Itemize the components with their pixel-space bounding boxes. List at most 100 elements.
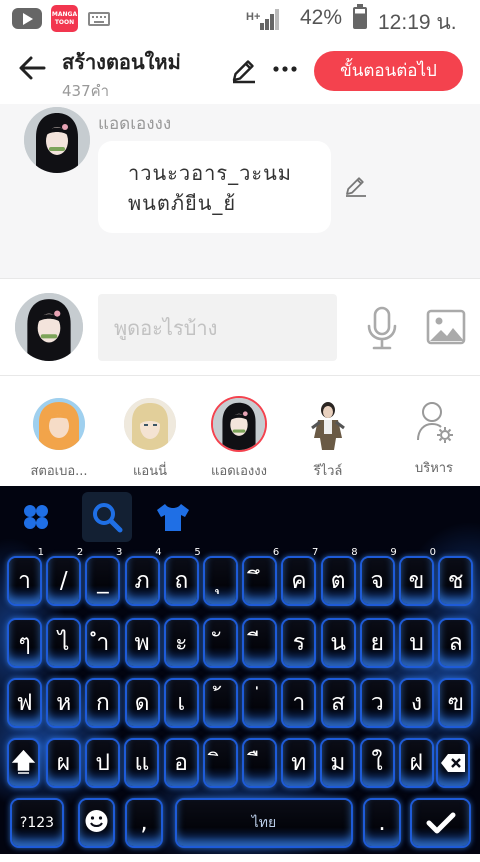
character-name: สตอเบอ... (30, 464, 88, 479)
key[interactable]: ื (244, 740, 275, 786)
edit-message-icon[interactable] (344, 174, 368, 198)
character-name: แอดเองงง (211, 464, 267, 479)
page-title: สร้างตอนใหม่ (62, 50, 181, 74)
microphone-icon[interactable] (364, 306, 400, 350)
key[interactable]: อ (165, 740, 197, 786)
key-label: า (292, 690, 306, 716)
next-step-button[interactable]: ขั้นตอนต่อไป (314, 51, 463, 91)
pencil-icon[interactable] (230, 56, 258, 84)
shift-key[interactable] (9, 740, 38, 786)
key[interactable]: ป (87, 740, 119, 786)
key[interactable]: ุ (205, 558, 236, 604)
current-character-avatar[interactable] (15, 293, 83, 361)
key-label: จ (370, 568, 385, 594)
key[interactable]: ถ5 (165, 548, 201, 604)
key[interactable]: ค7 (283, 548, 318, 604)
key[interactable]: ๆ (9, 620, 40, 666)
key-label: ภ (134, 568, 150, 594)
key[interactable]: ผ (48, 740, 79, 786)
key[interactable]: า1 (9, 548, 44, 604)
keyboard-apps-icon[interactable] (11, 492, 61, 542)
key[interactable]: ภ4 (126, 548, 162, 604)
key[interactable]: ฝ (400, 740, 432, 786)
image-icon[interactable] (426, 309, 466, 345)
key-hint: 1 (37, 547, 44, 558)
key[interactable]: แ (126, 740, 158, 786)
key[interactable]: ฃ (440, 680, 472, 726)
key[interactable]: ร (283, 620, 315, 666)
key[interactable]: ึ6 (244, 548, 279, 604)
message-text-line: พนตภ้ยีน_ย้ (128, 191, 237, 215)
key[interactable]: ไ (48, 620, 80, 666)
key[interactable]: ม (322, 740, 354, 786)
key[interactable]: ส (322, 680, 354, 726)
key-hint: 5 (194, 547, 201, 558)
symbols-key[interactable]: ?123 (12, 800, 62, 846)
avatar[interactable] (24, 107, 90, 173)
key[interactable]: ย (361, 620, 393, 666)
back-arrow-icon[interactable] (16, 52, 48, 84)
clock: 12:19 น. (378, 11, 457, 34)
key-label: ว (370, 690, 384, 716)
avatar (33, 398, 85, 450)
keyboard-search-icon[interactable] (82, 492, 132, 542)
mangatoon-icon: MANGA TOON (51, 5, 78, 32)
key[interactable]: /2 (48, 548, 83, 604)
message-input[interactable] (98, 294, 337, 361)
key[interactable]: _ 3 (87, 548, 122, 604)
more-options-icon[interactable] (272, 56, 298, 82)
key[interactable]: ท (283, 740, 315, 786)
key[interactable]: ำ (87, 620, 119, 666)
key[interactable]: เ (165, 680, 197, 726)
key[interactable]: ั (205, 620, 236, 666)
backspace-key[interactable] (438, 740, 468, 786)
key[interactable]: ก (87, 680, 119, 726)
key-label: ค (291, 568, 307, 594)
key[interactable]: ี (244, 620, 276, 666)
top-bar: สร้างตอนใหม่ 437คำ ขั้นตอนต่อไป (0, 38, 480, 104)
key-label: ะ (175, 630, 188, 656)
enter-key[interactable] (412, 800, 469, 846)
key[interactable]: ด (126, 680, 158, 726)
youtube-icon (12, 8, 42, 29)
key-label: ล (448, 630, 463, 656)
key[interactable]: ข0 (401, 548, 436, 604)
key[interactable]: ิ (204, 740, 236, 786)
key[interactable]: ห (48, 680, 80, 726)
spacebar[interactable]: ไทย (177, 800, 351, 846)
key[interactable]: ะ (165, 620, 197, 666)
key[interactable]: ฟ (9, 680, 40, 726)
key-label: ผ (56, 750, 71, 776)
emoji-key[interactable] (80, 800, 113, 846)
character-item[interactable]: สตอเบอ... (19, 398, 99, 481)
key[interactable]: ต8 (322, 548, 358, 604)
keyboard-theme-icon[interactable] (148, 492, 198, 542)
character-item[interactable]: รีไวล์ (288, 398, 368, 481)
key[interactable]: ้ (205, 680, 236, 726)
key[interactable]: น (322, 620, 354, 666)
character-item-selected[interactable]: แอดเองงง (199, 398, 279, 481)
signal-icon: H+ (246, 9, 279, 30)
manage-characters-button[interactable]: บริหาร (394, 398, 474, 478)
key[interactable]: ช (440, 558, 472, 604)
key[interactable]: า (283, 680, 315, 726)
battery-percent: 42% (300, 6, 343, 29)
comma-key[interactable]: , (127, 800, 161, 846)
period-key[interactable]: . (365, 800, 399, 846)
key[interactable]: พ (126, 620, 158, 666)
key[interactable]: ล (440, 620, 472, 666)
key-label: ป (95, 750, 110, 776)
key[interactable]: ใ (361, 740, 393, 786)
key[interactable]: จ9 (361, 548, 397, 604)
key[interactable]: บ (401, 620, 432, 666)
key-hint: 2 (76, 547, 84, 558)
battery-icon (353, 4, 367, 29)
character-item[interactable]: แอนนี่ (110, 398, 190, 481)
message-bubble[interactable]: าวนะวอาร_วะนม พนตภ้ยีน_ย้ (98, 141, 331, 233)
keyboard-icon (88, 12, 110, 26)
key-label: ม (330, 750, 346, 776)
key[interactable]: ่ (244, 680, 276, 726)
key[interactable]: ง (401, 680, 432, 726)
key-label: _ (97, 568, 109, 594)
key[interactable]: ว (361, 680, 393, 726)
